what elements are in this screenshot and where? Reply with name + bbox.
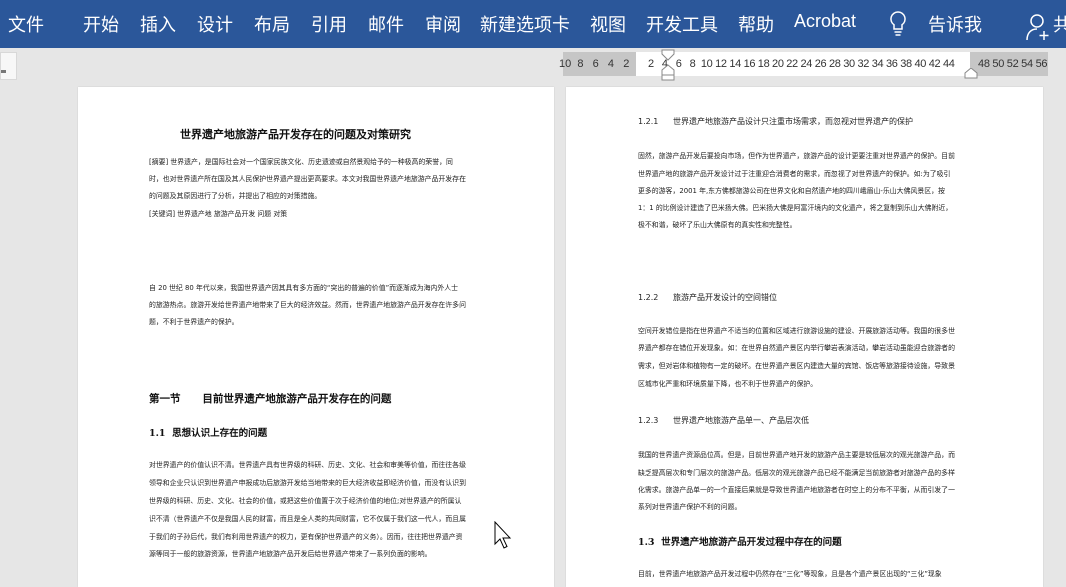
tab-design[interactable]: 设计 (197, 11, 233, 37)
abstract-line: [摘要] 世界遗产，是国际社会对一个国家民族文化、历史遗迹或自然景观给予的一种极… (149, 158, 453, 166)
tell-me-search[interactable]: 告诉我 (928, 11, 982, 37)
heading-1-2-2: 1.2.2 旅游产品开发设计的空间错位 (638, 292, 777, 303)
add-person-icon[interactable] (1025, 12, 1051, 42)
body-line: 界遗产都存在错位开发现象。如：在世界自然遗产景区内举行攀岩表演活动，攀岩活动虽能… (638, 344, 955, 352)
intro-line: 题，不利于世界遗产的保护。 (149, 318, 239, 326)
body-line: 系列对世界遗产保护不利的问题。 (638, 503, 742, 511)
abstract-line: 时，也对世界遗产所在国及其人民保护世界遗产提出更高要求。本文对我国世界遗产地旅游… (149, 175, 466, 183)
tab-view[interactable]: 视图 (590, 11, 626, 37)
body-line: 固然，旅游产品开发后要投向市场，但作为世界遗产，旅游产品的设计更要注重对世界遗产… (638, 152, 955, 160)
tab-acrobat[interactable]: Acrobat (794, 11, 856, 32)
document-title: 世界遗产地旅游产品开发存在的问题及对策研究 (180, 128, 411, 141)
body-line: 需求，但对岩体和植物有一定的破坏。在世界遗产景区内建造大量的宾馆、饭店等旅游接待… (638, 362, 955, 370)
subsection-heading: 1.3 世界遗产地旅游产品开发过程中存在的问题 (638, 537, 842, 548)
section-heading: 第一节 目前世界遗产地旅游产品开发存在的问题 (149, 393, 392, 405)
heading-1-2-3: 1.2.3 世界遗产地旅游产品单一、产品层次低 (638, 415, 809, 426)
subsection-heading: 1.1 思想认识上存在的问题 (149, 428, 268, 439)
lightbulb-icon[interactable] (888, 10, 908, 38)
heading-text: 旅游产品开发设计的空间错位 (673, 293, 777, 302)
document-page-right[interactable] (566, 87, 1043, 587)
tab-selector-button[interactable] (0, 52, 17, 80)
body-line: 识不清（世界遗产不仅是我国人民的财富，而且是全人类的共同财富，它不仅属于我们这一… (149, 515, 466, 523)
body-line: 化需求。旅游产品单一的一个直接后果就是导致世界遗产地旅游者在时空上的分布不平衡，… (638, 486, 955, 494)
heading-number: 1.2.3 (638, 416, 659, 425)
tab-developer[interactable]: 开发工具 (646, 11, 718, 37)
body-line: 更多的游客，2001 年,东方佛都旅游公司在世界文化和自然遗产地的四川峨眉山-乐… (638, 187, 945, 195)
heading-number: 1.2.1 (638, 117, 659, 126)
body-line: 极不和谐，破坏了乐山大佛原有的真实性和完整性。 (638, 221, 797, 229)
body-line: 空间开发错位是指在世界遗产不适当的位置和区域进行旅游设施的建设、开展旅游活动等。… (638, 327, 955, 335)
body-line: 世界级的科研、历史、文化、社会的价值，或把这些价值置于次于经济价值的地位;对世界… (149, 497, 462, 505)
abstract-line: 的问题及其原因进行了分析，并提出了相应的对策措施。 (149, 192, 322, 200)
tab-mailings[interactable]: 邮件 (368, 11, 404, 37)
right-indent-handle[interactable] (964, 68, 978, 79)
share-button[interactable]: 共 (1053, 11, 1066, 37)
body-line: 源等同于一般的旅游资源，世界遗产地旅游产品开发后给世界遗产带来了一系列负面的影响… (149, 550, 432, 558)
indent-markers-handle[interactable] (661, 49, 675, 81)
tab-review[interactable]: 审阅 (425, 11, 461, 37)
tab-file[interactable]: 文件 (8, 11, 44, 37)
tab-references[interactable]: 引用 (311, 11, 347, 37)
body-line: 对世界遗产的价值认识不清。世界遗产具有世界级的科研、历史、文化、社会和审美等价值… (149, 461, 466, 469)
body-line: 世界遗产地的旅游产品开发设计过于注重迎合消费者的需求，而忽视了对世界遗产的保护。… (638, 170, 951, 178)
keywords-line: [关键词] 世界遗产地 旅游产品开发 问题 对策 (149, 210, 288, 218)
tab-home[interactable]: 开始 (83, 11, 119, 37)
tab-new[interactable]: 新建选项卡 (480, 11, 570, 37)
intro-line: 自 20 世纪 80 年代以来，我国世界遗产因其具有多方面的“突出的普遍的价值”… (149, 284, 459, 292)
tab-help[interactable]: 帮助 (738, 11, 774, 37)
heading-text: 世界遗产地旅游产品设计只注重市场需求，而忽视对世界遗产的保护 (673, 117, 913, 126)
intro-line: 的旅游热点。旅游开发给世界遗产地带来了巨大的经济效益。然而，世界遗产地旅游产品开… (149, 301, 466, 309)
body-line: 领导和企业只认识到世界遗产申报成功后旅游开发给当地带来的巨大经济收益即经济价值，… (149, 479, 466, 487)
heading-number: 1.2.2 (638, 293, 659, 302)
tab-layout[interactable]: 布局 (254, 11, 290, 37)
ribbon-tabs: 文件 开始 插入 设计 布局 引用 邮件 审阅 新建选项卡 视图 开发工具 帮助… (0, 0, 1066, 48)
ruler-numbers-right: 48 50 52 54 56 (978, 58, 1048, 70)
ruler-numbers-left: 10 8 6 4 2 (559, 58, 630, 70)
heading-text: 世界遗产地旅游产品单一、产品层次低 (673, 416, 809, 425)
ruler-numbers-main: 2 4 6 8 10 12 14 16 18 20 22 24 26 28 30… (648, 58, 955, 70)
heading-1-2-1: 1.2.1 世界遗产地旅游产品设计只注重市场需求，而忽视对世界遗产的保护 (638, 116, 913, 127)
mouse-cursor-icon (494, 521, 512, 549)
body-line: 缺乏提高层次和专门层次的旅游产品。低层次的观光旅游产品已经不能满足当前旅游者对旅… (638, 469, 955, 477)
body-line: 区城市化严重和环境质量下降，也不利于世界遗产的保护。 (638, 380, 818, 388)
body-line: 1：1 的比例设计建造了巴米扬大佛。巴米扬大佛是阿富汗境内的文化遗产，将之复制到… (638, 204, 953, 212)
tab-insert[interactable]: 插入 (140, 11, 176, 37)
body-line: 于我们的子孙后代，我们有利用世界遗产的权力，更有保护世界遗产的义务）。因而，往往… (149, 533, 463, 541)
body-line: 目前，世界遗产地旅游产品开发过程中仍然存在“三化”等现象，且是各个遗产景区出现的… (638, 570, 942, 578)
body-line: 我国的世界遗产资源品位高。但是，目前世界遗产地开发的旅游产品主要是较低层次的观光… (638, 451, 955, 459)
